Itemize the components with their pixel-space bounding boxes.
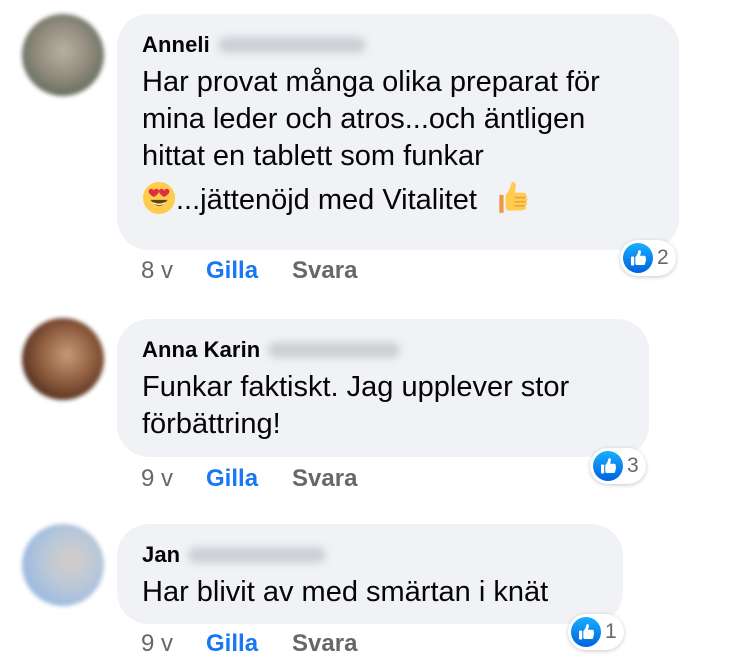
comment-actions: 9 v Gilla Svara [141,465,357,493]
comment-line: ...jättenöjd med Vitalitet [142,182,655,220]
heart-eyes-emoji-icon [142,181,176,215]
comment-last-line: ...jättenöjd med Vitalitet [176,184,477,216]
comment-text: Har blivit av med smärtan i knät [142,574,599,611]
comment-timestamp[interactable]: 8 v [141,257,173,285]
comment-bubble: Anneli Har provat många olika preparat f… [117,14,679,250]
like-button[interactable]: Gilla [206,257,258,285]
comment-actions: 8 v Gilla Svara [141,257,357,285]
comment-line: hittat en tablett som funkar [142,140,484,172]
comment-author[interactable]: Anna Karin [142,337,260,363]
comment-bubble: Jan Har blivit av med smärtan i knät [117,524,623,624]
comment-timestamp[interactable]: 9 v [141,465,173,493]
like-thumb-icon [623,243,653,273]
comment-author[interactable]: Jan [142,542,180,568]
comment-bubble: Anna Karin Funkar faktiskt. Jag upplever… [117,319,649,457]
comment-line: förbättring! [142,408,281,440]
reaction-count: 1 [605,620,617,643]
like-button[interactable]: Gilla [206,630,258,658]
like-thumb-icon [593,451,623,481]
avatar[interactable] [22,318,104,400]
reply-button[interactable]: Svara [292,257,357,285]
thumbs-up-emoji-icon [493,178,531,216]
comment-author[interactable]: Anneli [142,32,210,58]
comment-line: mina leder och atros...och äntligen [142,103,586,135]
reply-button[interactable]: Svara [292,465,357,493]
avatar[interactable] [22,14,104,96]
comment-line: Funkar faktiskt. Jag upplever stor [142,371,570,403]
blurred-surname [268,342,401,358]
avatar[interactable] [22,524,104,606]
reaction-badge[interactable]: 3 [590,448,646,484]
comment-actions: 9 v Gilla Svara [141,630,357,658]
comment-text: Funkar faktiskt. Jag upplever stor förbä… [142,369,625,443]
reaction-count: 3 [627,454,639,477]
like-thumb-icon [571,617,601,647]
comment-timestamp[interactable]: 9 v [141,630,173,658]
blurred-surname [217,37,366,53]
blurred-surname [188,547,327,563]
like-button[interactable]: Gilla [206,465,258,493]
reaction-badge[interactable]: 2 [620,240,676,276]
comment-line: Har blivit av med smärtan i knät [142,576,549,608]
comment-line: Har provat många olika preparat för [142,66,600,98]
comment-text: Har provat många olika preparat för mina… [142,64,655,220]
reply-button[interactable]: Svara [292,630,357,658]
reaction-count: 2 [657,246,669,269]
reaction-badge[interactable]: 1 [568,614,624,650]
